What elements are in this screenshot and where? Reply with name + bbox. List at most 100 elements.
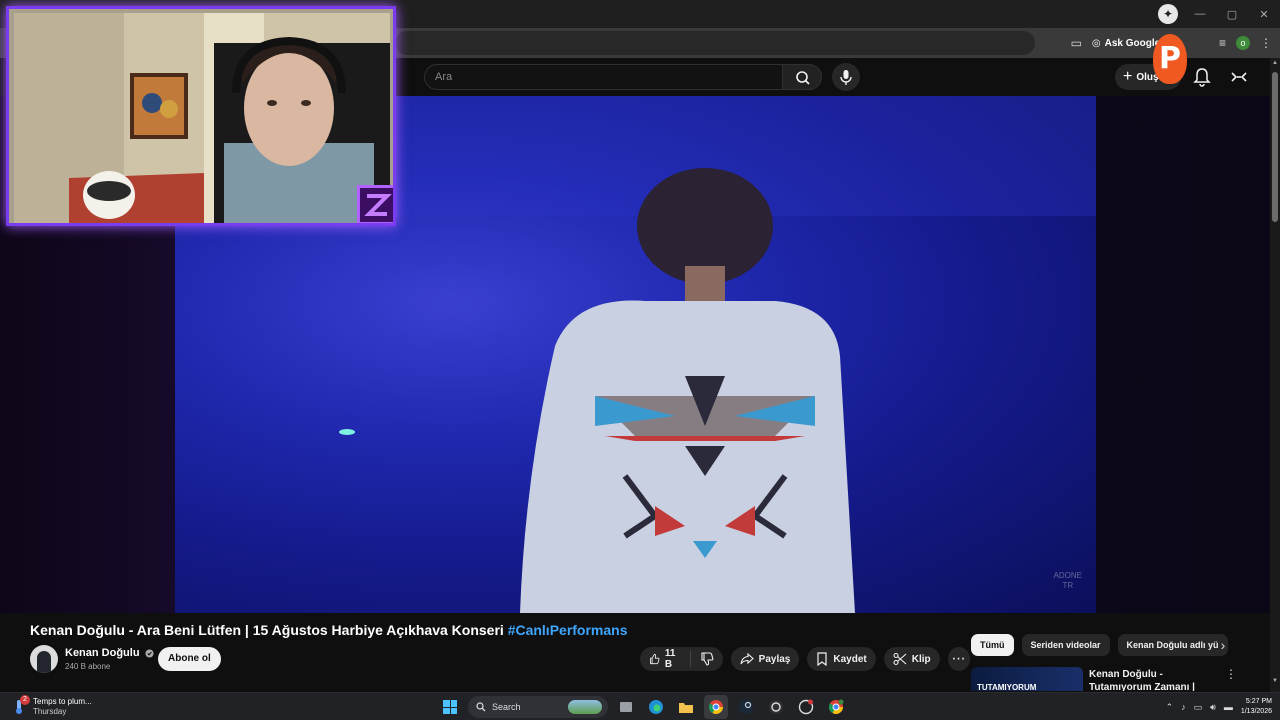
notification-badge: 2 [20, 695, 30, 705]
share-label: Paylaş [758, 653, 791, 665]
maximize-button[interactable]: ▢ [1216, 8, 1248, 21]
start-button[interactable] [438, 695, 462, 719]
gemini-button[interactable]: ✦ [1158, 4, 1178, 24]
dislike-button[interactable] [691, 647, 723, 671]
steam-app[interactable] [734, 695, 758, 719]
obs-icon [769, 700, 783, 714]
scrollbar-thumb[interactable] [1272, 72, 1278, 222]
webcam-scene [14, 13, 390, 223]
edge-icon [649, 700, 663, 714]
battery-icon[interactable]: ▬ [1224, 702, 1233, 712]
task-view-icon [620, 702, 632, 712]
share-arrow-icon [740, 652, 754, 665]
clip-button[interactable]: Klip [883, 647, 940, 671]
app-icon [798, 699, 814, 715]
taskbar-search[interactable]: Search [468, 696, 608, 718]
window-controls: — ▢ ✕ [1184, 0, 1280, 28]
windows-taskbar: 2 Temps to plum... Thursday Search ⌃ ♪ ▭… [0, 692, 1280, 720]
screen: ✦ — ▢ ✕ ▭ ◎ Ask Google ☆ ≡ o ⋮ [0, 0, 1280, 720]
edge-app[interactable] [644, 695, 668, 719]
obs-app[interactable] [764, 695, 788, 719]
chrome-icon [708, 700, 723, 714]
channel-avatar[interactable] [30, 645, 58, 673]
file-explorer-app[interactable] [674, 695, 698, 719]
recommended-thumbnail[interactable]: TUTAMIYORUM [971, 667, 1083, 691]
media-queue-icon[interactable]: ≡ [1219, 36, 1226, 50]
chrome-icon [828, 699, 844, 714]
weather-headline: Temps to plum... [33, 697, 92, 706]
search-button[interactable] [782, 64, 822, 90]
z-logo-icon [364, 194, 392, 216]
scissors-icon [893, 652, 907, 666]
captions-toggle-icon[interactable] [1230, 68, 1248, 86]
folder-icon [679, 703, 693, 713]
weather-day: Thursday [33, 707, 67, 716]
share-button[interactable]: Paylaş [730, 647, 800, 671]
save-button[interactable]: Kaydet [807, 647, 876, 671]
channel-badge-logo [357, 185, 393, 223]
chip-all[interactable]: Tümü [971, 634, 1014, 656]
channel-name[interactable]: Kenan Doğulu [65, 647, 154, 659]
ask-google-button[interactable]: ◎ Ask Google [1092, 38, 1160, 49]
search-highlight-image [568, 700, 602, 714]
thumbnail-text: TUTAMIYORUM [977, 683, 1037, 691]
subscriber-count: 240 B abone [65, 662, 111, 671]
verified-check-icon [145, 649, 154, 658]
video-watermark: ADONE TR [1053, 571, 1082, 590]
microphone-icon[interactable]: ♪ [1181, 702, 1186, 712]
like-count: 11 B [664, 648, 676, 670]
chip-series-videos[interactable]: Seriden videolar [1021, 634, 1110, 656]
clip-label: Klip [911, 653, 931, 665]
steam-icon [739, 700, 753, 714]
chevron-right-icon[interactable]: › [1214, 636, 1232, 654]
search-input[interactable] [425, 65, 782, 89]
ask-google-label: Ask Google [1104, 37, 1161, 49]
more-actions-button[interactable]: ⋯ [947, 647, 970, 671]
search-icon [476, 702, 486, 712]
chrome-menu-icon[interactable]: ⋮ [1260, 36, 1272, 50]
clock-time: 5:27 PM [1245, 698, 1272, 705]
search-box [424, 64, 782, 90]
streamer-p-logo: P [1153, 34, 1187, 84]
address-bar[interactable] [395, 31, 1035, 55]
scroll-up-arrow-icon[interactable]: ▲ [1272, 60, 1278, 66]
search-icon [796, 71, 810, 85]
video-actions: 11 B Paylaş Kaydet Klip ⋯ [640, 647, 970, 671]
weather-widget[interactable]: 2 Temps to plum... Thursday [12, 695, 122, 719]
thumbs-up-icon [650, 653, 660, 665]
volume-icon[interactable]: 🔊︎ [1210, 702, 1216, 713]
cast-icon[interactable]: ▭ [1071, 36, 1082, 50]
like-dislike-group: 11 B [640, 647, 723, 671]
recommended-title[interactable]: Kenan Doğulu - Tutamıyorum Zamanı | İhti… [1089, 668, 1219, 691]
recommended-video[interactable]: TUTAMIYORUM Kenan Doğulu - Tutamıyorum Z… [971, 665, 1241, 691]
hashtag-link[interactable]: #CanlıPerformans [508, 622, 628, 638]
lens-icon: ◎ [1091, 37, 1101, 49]
microphone-icon [840, 70, 852, 85]
page-scrollbar[interactable]: ▲ [1270, 58, 1280, 692]
clock-date: 1/13/2026 [1240, 708, 1272, 715]
plus-icon: + [1123, 68, 1133, 85]
taskbar-clock[interactable]: 5:27 PM 1/13/2026 [1241, 697, 1272, 717]
close-button[interactable]: ✕ [1248, 8, 1280, 21]
voice-search-button[interactable] [832, 63, 860, 91]
windows-logo-icon [443, 700, 457, 714]
streamer-webcam-overlay [6, 6, 396, 226]
thumbs-down-icon [701, 652, 714, 666]
recommendation-chips: Tümü Seriden videolar Kenan Doğulu adlı … [971, 634, 1241, 656]
scroll-down-arrow-icon[interactable]: ▼ [1270, 678, 1280, 692]
chrome-app-active[interactable] [704, 695, 728, 719]
minimize-button[interactable]: — [1184, 8, 1216, 20]
discord-app[interactable] [794, 695, 818, 719]
save-label: Kaydet [833, 653, 867, 665]
profile-avatar[interactable]: o [1236, 36, 1250, 50]
chrome-profile-app[interactable] [824, 695, 848, 719]
notifications-bell-icon[interactable] [1192, 66, 1212, 88]
task-view-button[interactable] [614, 695, 638, 719]
like-button[interactable]: 11 B [640, 647, 690, 671]
network-icon[interactable]: ▭ [1194, 702, 1203, 713]
chevron-up-icon[interactable]: ⌃ [1166, 702, 1174, 713]
kebab-menu-icon[interactable]: ⋮ [1225, 667, 1237, 681]
taskbar-apps: Search [438, 695, 848, 719]
chip-channel-videos[interactable]: Kenan Doğulu adlı yü [1117, 634, 1228, 656]
subscribe-button[interactable]: Abone ol [158, 647, 221, 671]
